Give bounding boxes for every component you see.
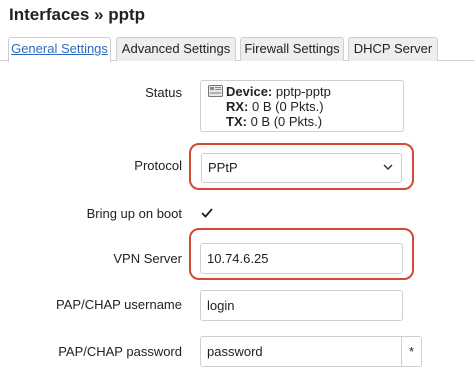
tab-dhcp-server[interactable]: DHCP Server [348, 37, 438, 61]
device-key: Device: [226, 84, 273, 99]
password-input[interactable]: password [200, 336, 402, 367]
tab-general-settings[interactable]: General Settings [8, 37, 111, 62]
status-label: Status [145, 85, 182, 100]
protocol-select[interactable]: PPtP [201, 153, 402, 183]
boot-label: Bring up on boot [86, 206, 182, 221]
protocol-value: PPtP [208, 160, 238, 175]
rx-value: 0 B (0 Pkts.) [252, 99, 324, 114]
vpn-server-input[interactable]: 10.74.6.25 [200, 243, 403, 274]
bring-up-on-boot-checkbox[interactable] [199, 205, 215, 221]
tab-bar: General Settings Advanced Settings Firew… [0, 37, 474, 62]
status-rx-line: RX: 0 B (0 Pkts.) [226, 99, 324, 114]
tx-key: TX: [226, 114, 247, 129]
network-interface-icon [208, 85, 223, 97]
password-field: password * [200, 336, 422, 367]
protocol-label: Protocol [134, 158, 182, 173]
device-value: pptp-pptp [275, 84, 331, 99]
tx-value: 0 B (0 Pkts.) [250, 114, 323, 129]
tab-firewall-settings[interactable]: Firewall Settings [240, 37, 344, 61]
password-reveal-button[interactable]: * [401, 336, 422, 367]
status-tx-line: TX: 0 B (0 Pkts.) [226, 114, 322, 129]
chevron-down-icon [383, 164, 393, 170]
tab-advanced-settings[interactable]: Advanced Settings [116, 37, 236, 61]
rx-key: RX: [226, 99, 249, 114]
page-title: Interfaces » pptp [9, 5, 146, 24]
status-device-line: Device: pptp-pptp [226, 84, 331, 99]
status-box: Device: pptp-pptp RX: 0 B (0 Pkts.) TX: … [200, 80, 404, 132]
password-label: PAP/CHAP password [58, 344, 182, 359]
username-label: PAP/CHAP username [56, 297, 182, 312]
username-input[interactable]: login [200, 290, 403, 321]
vpn-server-label: VPN Server [113, 251, 182, 266]
